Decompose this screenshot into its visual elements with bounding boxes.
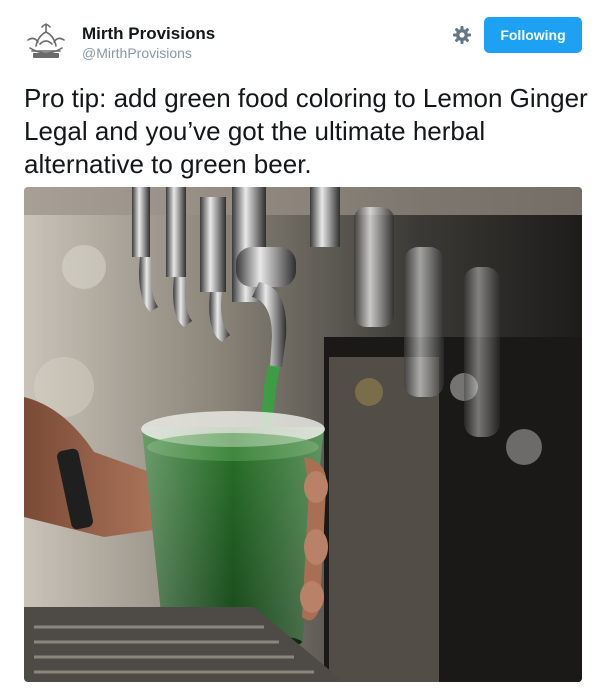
- gear-icon[interactable]: [452, 25, 472, 45]
- beer-tap-photo: [24, 187, 582, 682]
- avatar[interactable]: [24, 18, 68, 62]
- crest-logo-icon: [27, 23, 65, 58]
- tweet-photo[interactable]: [24, 187, 582, 682]
- author-name[interactable]: Mirth Provisions: [82, 24, 215, 44]
- author-handle[interactable]: @MirthProvisions: [82, 45, 192, 61]
- tweet-text: Pro tip: add green food coloring to Lemo…: [24, 83, 588, 179]
- tweet-header: Mirth Provisions @MirthProvisions Follow…: [0, 0, 609, 78]
- following-button[interactable]: Following: [484, 17, 582, 53]
